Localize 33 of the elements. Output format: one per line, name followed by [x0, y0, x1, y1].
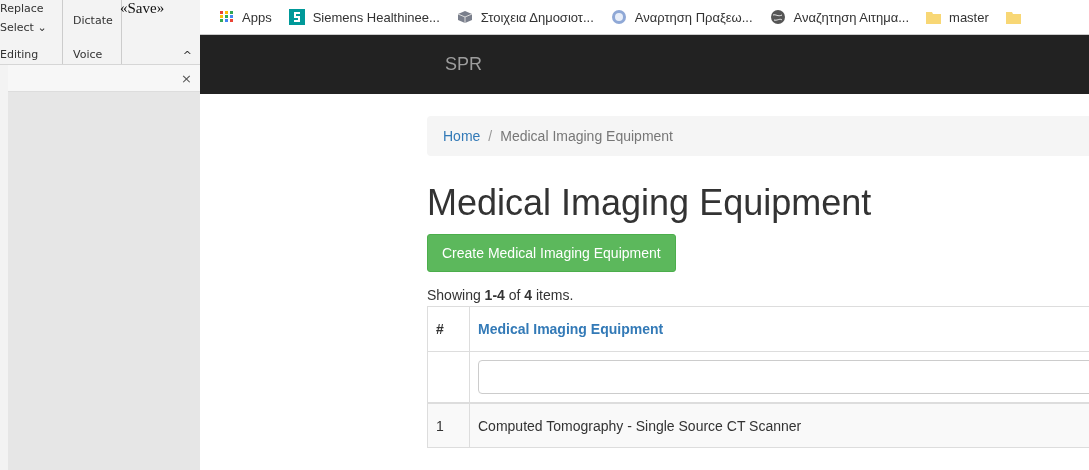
close-pane-button[interactable]: × — [181, 70, 192, 86]
filter-field[interactable] — [478, 360, 1089, 394]
s-logo-icon — [288, 9, 305, 25]
apps-grid-icon — [220, 11, 234, 23]
brand-link[interactable]: SPR — [445, 54, 482, 75]
globe-icon — [769, 9, 786, 25]
ribbon-command[interactable]: Replace — [0, 2, 54, 15]
summary-text: Showing 1-4 of 4 items. — [427, 287, 574, 303]
ribbon-group-label: Voice — [73, 48, 104, 61]
cube-icon — [456, 10, 473, 24]
breadcrumb-separator: / — [488, 128, 493, 144]
ribbon-command[interactable]: Dictate — [73, 14, 113, 27]
folder-icon — [1005, 10, 1021, 24]
overlay-text: «Save» — [120, 0, 165, 17]
bookmark[interactable]: Siemens Healthinee... — [288, 9, 440, 25]
bookmark[interactable]: Apps — [220, 9, 272, 25]
bookmark[interactable]: Στοιχεια Δημοσιοτ... — [456, 9, 594, 25]
breadcrumb-link[interactable]: Home — [443, 128, 481, 144]
column-header: # — [427, 306, 470, 352]
table-cell: 1 — [427, 403, 470, 448]
folder-icon — [926, 10, 942, 24]
ribbon-command[interactable]: Select ⌄ — [0, 21, 54, 34]
bookmark[interactable]: Αναρτηση Πραξεω... — [610, 9, 753, 25]
bookmark[interactable] — [1005, 10, 1021, 24]
column-sort-link[interactable]: Medical Imaging Equipment — [469, 306, 1089, 352]
bookmark[interactable]: master — [926, 9, 989, 25]
ribbon-group-label: Editing — [0, 48, 40, 61]
table-cell: Computed Tomography - Single Source CT Scanner — [469, 403, 1089, 448]
bookmark[interactable]: Αναζητηση Αιτημα... — [769, 9, 910, 25]
seal-icon — [610, 9, 627, 25]
collapse-ribbon-button[interactable]: ^ — [182, 49, 192, 62]
breadcrumb-current: Medical Imaging Equipment — [500, 128, 673, 144]
page-title: Medical Imaging Equipment — [427, 182, 873, 224]
